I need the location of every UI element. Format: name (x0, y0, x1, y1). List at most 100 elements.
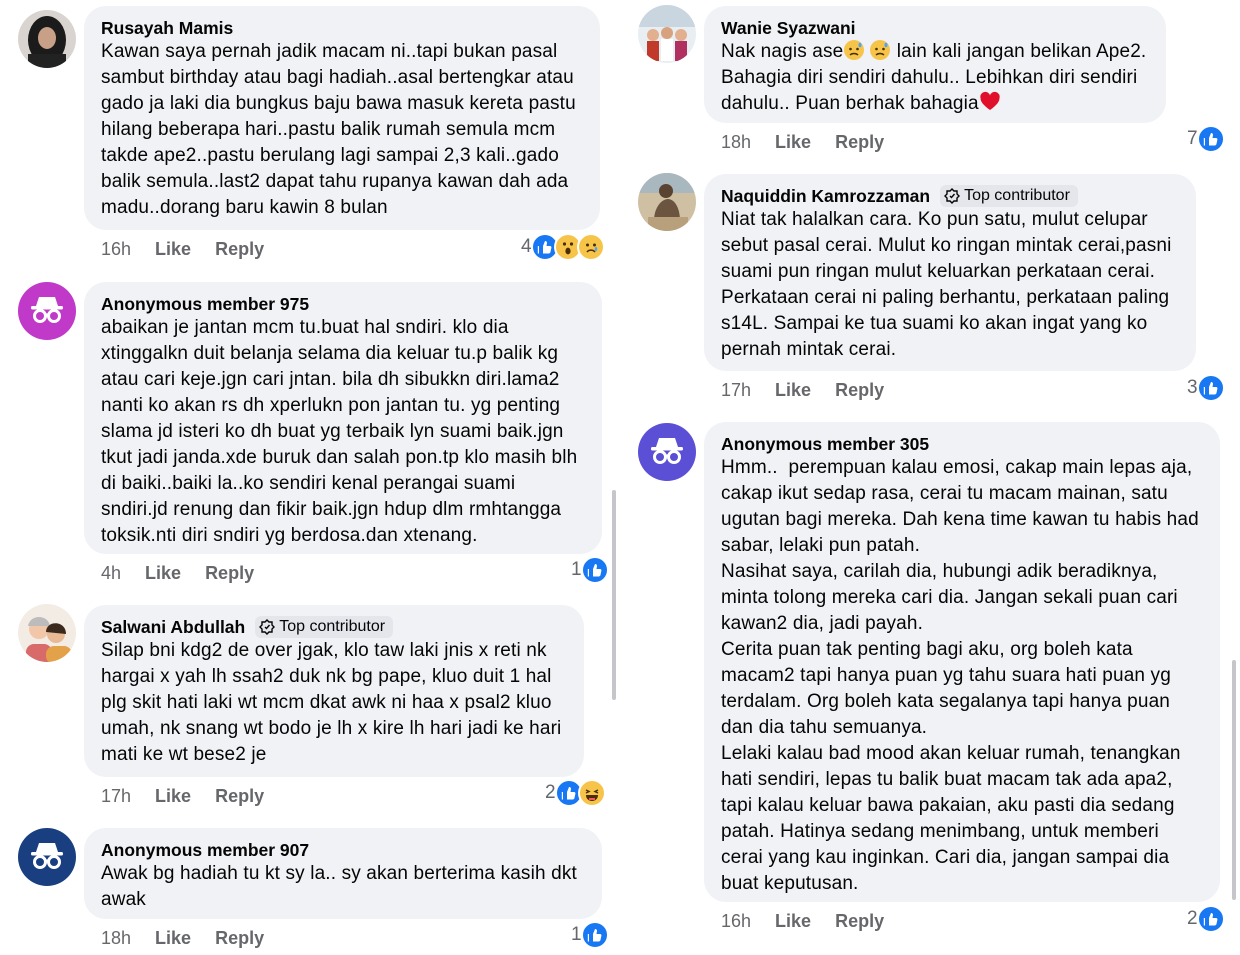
comment-bubble: Naquiddin Kamrozzaman Top contributor Ni… (704, 174, 1196, 371)
author-name[interactable]: Rusayah Mamis (101, 17, 583, 39)
avatar[interactable] (638, 173, 696, 231)
timestamp[interactable]: 16h (101, 239, 131, 260)
like-button[interactable]: Like (775, 380, 811, 401)
comment-text-part: Nak nagis ase (721, 41, 844, 62)
beach-man-photo (638, 173, 696, 231)
reply-button[interactable]: Reply (835, 911, 884, 932)
avatar[interactable] (18, 828, 76, 886)
reaction-summary[interactable]: 1 (571, 921, 609, 949)
author-name[interactable]: Anonymous member 907 (101, 839, 585, 861)
author-name-text[interactable]: Anonymous member 975 (101, 294, 309, 315)
reaction-count: 4 (521, 236, 532, 257)
author-name[interactable]: Anonymous member 305 (721, 433, 1203, 455)
comment-text: Awak bg hadiah tu kt sy la.. sy akan ber… (101, 863, 577, 910)
comment-actions: 18h Like Reply (101, 926, 288, 950)
top-contributor-badge[interactable]: Top contributor (255, 616, 394, 638)
top-contributor-icon (259, 619, 276, 635)
reaction-summary[interactable]: 2 (1187, 905, 1225, 933)
avatar[interactable] (18, 282, 76, 340)
author-name[interactable]: Anonymous member 975 (101, 293, 585, 315)
hijab-woman-photo (18, 10, 76, 68)
author-name-text[interactable]: Salwani Abdullah (101, 617, 245, 638)
reaction-summary[interactable]: 3 (1187, 374, 1225, 402)
reaction-count: 1 (571, 559, 582, 580)
like-button[interactable]: Like (155, 928, 191, 949)
left-comment-column: Rusayah Mamis Kawan saya pernah jadik ma… (18, 0, 618, 955)
reaction-count: 3 (1187, 377, 1198, 398)
cartoon-couple-photo (18, 604, 76, 662)
comment-bubble: Rusayah Mamis Kawan saya pernah jadik ma… (84, 6, 600, 230)
reaction-summary[interactable]: 1 (571, 556, 609, 584)
reaction-count: 2 (1187, 908, 1198, 929)
comment-text: Nak nagis ase lain kali jangan belikan A… (721, 39, 1149, 117)
comment-text: Kawan saya pernah jadik macam ni..tapi b… (101, 41, 576, 218)
comment-actions: 17h Like Reply (721, 378, 908, 402)
anonymous-icon (31, 843, 63, 869)
timestamp[interactable]: 17h (721, 380, 751, 401)
like-button[interactable]: Like (155, 239, 191, 260)
reply-button[interactable]: Reply (205, 563, 254, 584)
reaction-count: 7 (1187, 128, 1198, 149)
timestamp[interactable]: 18h (721, 132, 751, 153)
author-name-text[interactable]: Anonymous member 907 (101, 840, 309, 861)
reply-button[interactable]: Reply (215, 239, 264, 260)
reply-button[interactable]: Reply (215, 928, 264, 949)
comment-text: Hmm.. perempuan kalau emosi, cakap main … (721, 457, 1199, 894)
timestamp[interactable]: 17h (101, 786, 131, 807)
reaction-summary[interactable]: 2 (545, 779, 606, 807)
badge-label: Top contributor (279, 618, 386, 635)
author-name-text[interactable]: Rusayah Mamis (101, 18, 233, 39)
author-name-text[interactable]: Anonymous member 305 (721, 434, 929, 455)
sad-sweat-emoji-icon (844, 40, 865, 60)
timestamp[interactable]: 16h (721, 911, 751, 932)
like-button[interactable]: Like (145, 563, 181, 584)
author-name-text[interactable]: Naquiddin Kamrozzaman (721, 186, 930, 207)
comment-actions: 17h Like Reply (101, 784, 288, 808)
author-name[interactable]: Salwani Abdullah Top contributor (101, 616, 567, 638)
timestamp[interactable]: 4h (101, 563, 121, 584)
like-button[interactable]: Like (775, 911, 811, 932)
comment-bubble: Anonymous member 907 Awak bg hadiah tu k… (84, 828, 602, 919)
reaction-count: 1 (571, 924, 582, 945)
comment-bubble: Wanie Syazwani Nak nagis ase lain kali j… (704, 6, 1166, 123)
reaction-summary[interactable]: 4 (521, 233, 605, 261)
comment-text: Niat tak halalkan cara. Ko pun satu, mul… (721, 209, 1172, 360)
reply-button[interactable]: Reply (835, 132, 884, 153)
sad-sweat-emoji-icon (870, 40, 891, 60)
badge-label: Top contributor (964, 187, 1070, 204)
avatar[interactable] (638, 423, 696, 481)
comment-bubble: Salwani Abdullah Top contributor Silap b… (84, 605, 584, 777)
top-contributor-icon (944, 188, 961, 204)
like-icon (580, 556, 609, 584)
reply-button[interactable]: Reply (215, 786, 264, 807)
comment-text: abaikan je jantan mcm tu.buat hal sndiri… (101, 317, 578, 546)
comment-actions: 16h Like Reply (101, 237, 288, 261)
comment-text: Silap bni kdg2 de over jgak, klo taw lak… (101, 640, 562, 765)
scrollbar-thumb[interactable] (612, 490, 616, 700)
comment-actions: 4h Like Reply (101, 561, 278, 585)
author-name[interactable]: Wanie Syazwani (721, 17, 1149, 39)
comment-actions: 16h Like Reply (721, 909, 908, 933)
haha-icon (577, 779, 606, 807)
avatar[interactable] (18, 604, 76, 662)
right-comment-column: Wanie Syazwani Nak nagis ase lain kali j… (638, 0, 1238, 955)
scrollbar-thumb[interactable] (1232, 660, 1236, 900)
like-button[interactable]: Like (155, 786, 191, 807)
timestamp[interactable]: 18h (101, 928, 131, 949)
avatar[interactable] (638, 5, 696, 63)
sad-icon (576, 233, 605, 261)
group-photo (638, 5, 696, 63)
like-icon (580, 921, 609, 949)
avatar[interactable] (18, 10, 76, 68)
reaction-summary[interactable]: 7 (1187, 125, 1225, 153)
like-icon (1196, 125, 1225, 153)
like-button[interactable]: Like (775, 132, 811, 153)
author-name-text[interactable]: Wanie Syazwani (721, 18, 856, 39)
like-icon (1196, 374, 1225, 402)
top-contributor-badge[interactable]: Top contributor (940, 185, 1078, 207)
author-name[interactable]: Naquiddin Kamrozzaman Top contributor (721, 185, 1179, 207)
comment-actions: 18h Like Reply (721, 130, 908, 154)
anonymous-icon (31, 297, 63, 323)
reply-button[interactable]: Reply (835, 380, 884, 401)
reaction-count: 2 (545, 782, 556, 803)
